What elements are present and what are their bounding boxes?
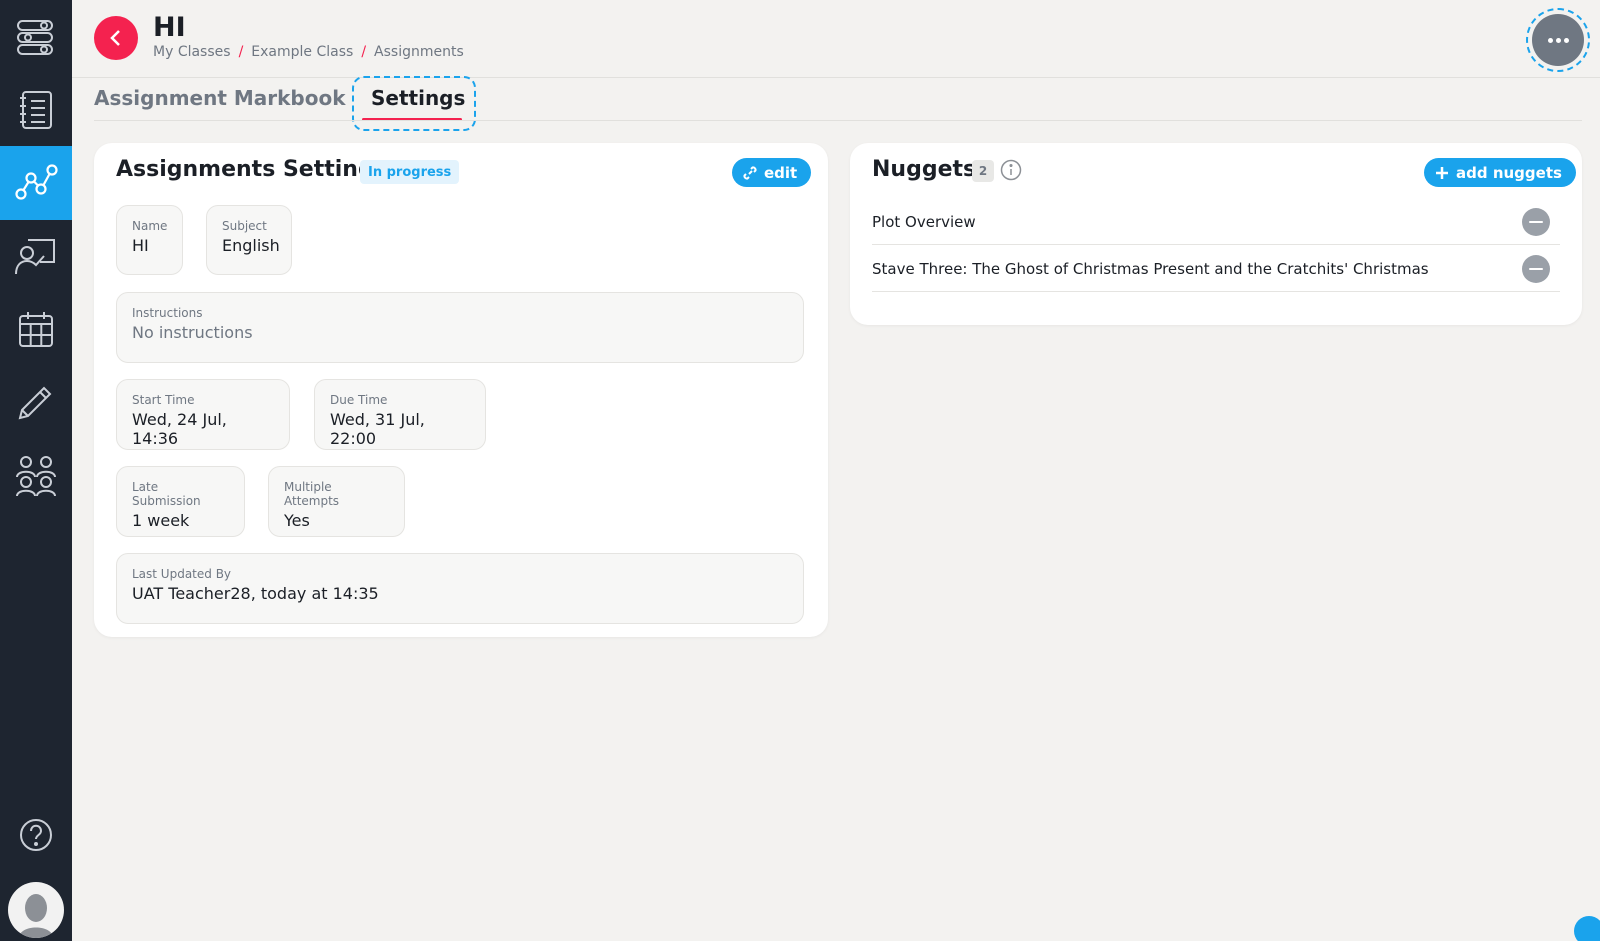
floating-add-button[interactable] [1574, 916, 1600, 941]
remove-nugget-button[interactable] [1522, 207, 1550, 236]
late-submission-field: Late Submission 1 week [116, 466, 245, 537]
due-time-label: Due Time [330, 393, 388, 407]
teacher-board-icon [15, 239, 55, 275]
remove-nugget-button[interactable] [1522, 254, 1550, 283]
workflow-icon [17, 20, 53, 55]
breadcrumb-my-classes[interactable]: My Classes [153, 44, 231, 60]
instructions-label: Instructions [132, 306, 203, 320]
sidebar-item-assignments[interactable] [0, 146, 72, 220]
multiple-attempts-value: Yes [284, 511, 310, 530]
nuggets-count-badge: 2 [972, 160, 994, 182]
breadcrumb-separator: / [361, 44, 367, 60]
calendar-icon [19, 312, 53, 347]
last-updated-value: UAT Teacher28, today at 14:35 [132, 584, 379, 603]
more-options-button[interactable] [1532, 14, 1584, 66]
name-label: Name [132, 219, 168, 233]
pencil-icon [18, 386, 52, 420]
settings-card-title: Assignments Settings [116, 157, 387, 182]
status-badge: In progress [360, 160, 460, 184]
sidebar-item-workflow[interactable] [0, 0, 72, 74]
minus-icon [1529, 267, 1543, 270]
instructions-field: Instructions No instructions [116, 292, 804, 363]
start-time-field: Start Time Wed, 24 Jul, 14:36 [116, 379, 290, 450]
info-icon[interactable] [1000, 159, 1022, 181]
name-field: Name HI [116, 205, 183, 275]
user-avatar-icon [19, 894, 53, 938]
multiple-attempts-field: Multiple Attempts Yes [268, 466, 405, 537]
late-submission-label: Late Submission [132, 480, 201, 508]
tab-settings[interactable]: Settings [371, 86, 465, 110]
notebook-icon [20, 91, 52, 129]
back-button[interactable] [94, 16, 138, 60]
page-title: HI [153, 12, 186, 43]
breadcrumb-assignments[interactable]: Assignments [374, 44, 464, 60]
last-updated-field: Last Updated By UAT Teacher28, today at … [116, 553, 804, 624]
sidebar [0, 0, 72, 941]
sidebar-item-notebook[interactable] [0, 73, 72, 147]
more-options-highlight [1526, 8, 1590, 72]
minus-icon [1529, 220, 1543, 223]
nuggets-card-title: Nuggets [872, 157, 977, 182]
ellipsis-icon [1547, 37, 1553, 43]
start-time-label: Start Time [132, 393, 195, 407]
add-nuggets-button[interactable]: add nuggets [1424, 158, 1576, 187]
nugget-row: Plot Overview [872, 199, 1560, 245]
due-time-value: Wed, 31 Jul, 22:00 [330, 410, 425, 448]
help-icon [20, 819, 52, 851]
people-group-icon [16, 456, 56, 497]
tabs-divider [94, 120, 1582, 121]
instructions-value: No instructions [132, 323, 253, 342]
start-time-value: Wed, 24 Jul, 14:36 [132, 410, 227, 448]
link-icon [743, 165, 757, 180]
breadcrumb: My Classes / Example Class / Assignments [153, 44, 464, 60]
sidebar-item-pencil[interactable] [0, 365, 72, 439]
avatar[interactable] [8, 882, 64, 938]
last-updated-label: Last Updated By [132, 567, 232, 581]
nugget-title: Stave Three: The Ghost of Christmas Pres… [872, 259, 1429, 278]
chevron-left-icon [110, 30, 120, 46]
edit-label: edit [764, 163, 798, 182]
graph-nodes-icon [15, 164, 58, 200]
help-button[interactable] [0, 800, 72, 870]
subject-field: Subject English [206, 205, 292, 275]
nugget-title: Plot Overview [872, 212, 976, 231]
breadcrumb-separator: / [238, 44, 244, 60]
sidebar-item-people[interactable] [0, 438, 72, 512]
sidebar-item-teacher[interactable] [0, 219, 72, 293]
due-time-field: Due Time Wed, 31 Jul, 22:00 [314, 379, 486, 450]
nuggets-card: Nuggets 2 add nuggets Plot Overview Stav… [850, 143, 1582, 325]
multiple-attempts-label: Multiple Attempts [284, 480, 340, 508]
assignment-settings-card: Assignments Settings In progress edit Na… [94, 143, 828, 637]
header-divider [72, 77, 1600, 78]
tab-assignment-markbook[interactable]: Assignment Markbook [94, 86, 346, 110]
edit-button[interactable]: edit [732, 158, 812, 187]
subject-label: Subject [222, 219, 267, 233]
add-nuggets-label: add nuggets [1456, 163, 1562, 182]
sidebar-item-calendar[interactable] [0, 292, 72, 366]
breadcrumb-example-class[interactable]: Example Class [251, 44, 353, 60]
subject-value: English [222, 236, 280, 255]
name-value: HI [132, 236, 149, 255]
late-submission-value: 1 week [132, 511, 190, 530]
nugget-row: Stave Three: The Ghost of Christmas Pres… [872, 246, 1560, 292]
plus-icon [1436, 166, 1448, 179]
